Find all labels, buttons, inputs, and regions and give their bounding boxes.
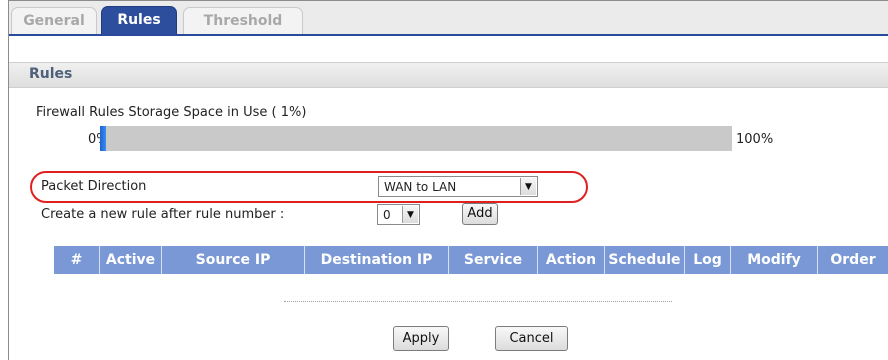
chevron-down-icon[interactable]: ▼	[402, 206, 418, 223]
section-title: Rules	[29, 66, 73, 82]
chevron-down-icon[interactable]: ▼	[520, 178, 536, 195]
rules-table-header: # Active Source IP Destination IP Servic…	[54, 246, 888, 274]
firewall-rules-panel: General Rules Threshold Rules Firewall R…	[8, 0, 888, 360]
col-source-ip: Source IP	[162, 246, 305, 274]
storage-usage-label: Firewall Rules Storage Space in Use ( 1%…	[36, 105, 307, 120]
tab-bar: General Rules Threshold	[9, 1, 888, 34]
storage-progress-fill	[100, 126, 107, 151]
create-rule-label: Create a new rule after rule number :	[41, 207, 285, 222]
cancel-button[interactable]: Cancel	[495, 326, 568, 351]
storage-progress-bar	[100, 126, 732, 151]
col-service: Service	[449, 246, 538, 274]
col-log: Log	[685, 246, 731, 274]
rule-number-select[interactable]: 0 ▼	[377, 204, 420, 225]
rule-number-value: 0	[383, 208, 391, 222]
add-rule-button[interactable]: Add	[462, 203, 498, 225]
col-active: Active	[100, 246, 162, 274]
tab-underline	[9, 34, 888, 36]
tab-threshold[interactable]: Threshold	[183, 7, 303, 34]
col-number: #	[54, 246, 100, 274]
tab-general[interactable]: General	[11, 7, 97, 34]
divider	[284, 301, 672, 302]
packet-direction-value: WAN to LAN	[384, 180, 457, 194]
col-destination-ip: Destination IP	[305, 246, 449, 274]
col-action: Action	[538, 246, 605, 274]
col-schedule: Schedule	[605, 246, 685, 274]
apply-button[interactable]: Apply	[393, 326, 449, 351]
col-order: Order	[830, 252, 876, 268]
progress-max-label: 100%	[736, 132, 774, 147]
packet-direction-select[interactable]: WAN to LAN ▼	[378, 176, 538, 197]
packet-direction-label: Packet Direction	[41, 179, 147, 194]
tab-rules[interactable]: Rules	[101, 6, 177, 34]
col-modify: Modify	[731, 246, 818, 274]
section-header: Rules	[9, 62, 888, 88]
